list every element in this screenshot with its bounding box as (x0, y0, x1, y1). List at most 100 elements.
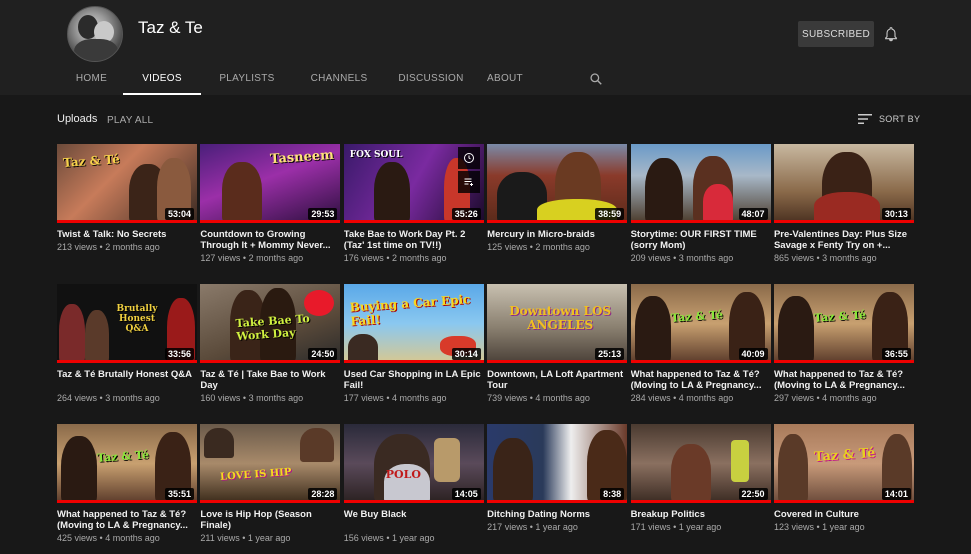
video-duration: 35:26 (451, 208, 481, 220)
sort-icon[interactable] (858, 113, 872, 125)
video-thumbnail[interactable]: POLO 14:05 (343, 424, 484, 503)
thumbnail-text: Buying a Car Epic Fail! (348, 292, 471, 329)
video-card[interactable]: FOX SOUL 35:26 Take Bae to Work Day Pt. … (343, 144, 485, 284)
video-thumbnail[interactable]: FOX SOUL 35:26 (343, 144, 484, 223)
thumbnail-text: FOX SOUL (349, 150, 403, 160)
video-card[interactable]: Downtown LOS ANGELES 25:13 Downtown, LA … (487, 284, 628, 424)
watch-later-icon[interactable] (457, 147, 480, 169)
video-duration: 30:13 (881, 208, 911, 220)
video-duration: 35:51 (164, 488, 194, 500)
video-title[interactable]: Taz & Té | Take Bae to Work Day (200, 369, 341, 391)
video-thumbnail[interactable]: Brutally Honest Q&A 33:56 (57, 284, 197, 363)
video-duration: 30:14 (451, 348, 481, 360)
video-title[interactable]: We Buy Black (344, 509, 485, 531)
video-duration: 40:09 (738, 348, 768, 360)
video-title[interactable]: Taz & Té Brutally Honest Q&A (57, 369, 198, 391)
tab-videos[interactable]: VIDEOS (123, 66, 201, 95)
search-icon[interactable] (589, 72, 603, 86)
video-title[interactable]: What happened to Taz & Té? (Moving to LA… (631, 369, 772, 391)
video-title[interactable]: Countdown to Growing Through It + Mommy … (200, 229, 341, 251)
subscribed-button[interactable]: SUBSCRIBED (798, 21, 874, 47)
video-card[interactable]: Taz & Té 14:01 Covered in Culture 123 vi… (773, 424, 915, 554)
video-title[interactable]: Twist & Talk: No Secrets (57, 229, 198, 240)
video-meta: 125 views • 2 months ago (487, 242, 590, 252)
video-card[interactable]: Buying a Car Epic Fail! 30:14 Used Car S… (343, 284, 485, 424)
video-title[interactable]: Pre-Valentines Day: Plus Size Savage x F… (774, 229, 915, 251)
video-title[interactable]: Downtown, LA Loft Apartment Tour (487, 369, 628, 391)
video-thumbnail[interactable]: 48:07 (630, 144, 771, 223)
watched-progress (630, 360, 771, 363)
video-title[interactable]: What happened to Taz & Té? (Moving to LA… (57, 509, 198, 531)
tab-playlists[interactable]: PLAYLISTS (201, 66, 293, 95)
video-card[interactable]: Tasneem 29:53 Countdown to Growing Throu… (200, 144, 341, 284)
video-meta: 127 views • 2 months ago (200, 253, 304, 263)
video-title[interactable]: Storytime: OUR FIRST TIME (sorry Mom) (631, 229, 772, 251)
play-all-button[interactable]: PLAY ALL (107, 115, 153, 126)
hover-actions (457, 147, 482, 195)
video-duration: 28:28 (308, 488, 338, 500)
video-card[interactable]: 22:50 Breakup Politics 171 views • 1 yea… (630, 424, 772, 554)
video-title[interactable]: Take Bae to Work Day Pt. 2 (Taz' 1st tim… (344, 229, 485, 251)
channel-avatar[interactable] (67, 6, 123, 62)
thumbnail-text: Downtown LOS ANGELES (509, 304, 612, 332)
watched-progress (343, 360, 484, 363)
watched-progress (57, 360, 197, 363)
video-thumbnail[interactable]: 30:13 (773, 144, 914, 223)
video-card[interactable]: POLO 14:05 We Buy Black 156 views • 1 ye… (343, 424, 485, 554)
tab-discussion[interactable]: DISCUSSION (385, 66, 477, 95)
video-duration: 8:38 (600, 488, 625, 500)
video-title[interactable]: Breakup Politics (631, 509, 772, 520)
video-title[interactable]: Mercury in Micro-braids (487, 229, 628, 240)
video-thumbnail[interactable]: Tasneem 29:53 (200, 144, 341, 223)
video-card[interactable]: Take Bae To Work Day 24:50 Taz & Té | Ta… (200, 284, 341, 424)
video-meta: 213 views • 2 months ago (57, 242, 160, 252)
tab-about[interactable]: ABOUT (477, 66, 533, 95)
video-title[interactable]: Ditching Dating Norms (487, 509, 628, 520)
video-card[interactable]: 30:13 Pre-Valentines Day: Plus Size Sava… (773, 144, 915, 284)
video-thumbnail[interactable]: Taz & Té 14:01 (773, 424, 914, 503)
video-meta: 739 views • 4 months ago (487, 393, 590, 403)
video-thumbnail[interactable]: Take Bae To Work Day 24:50 (200, 284, 341, 363)
video-duration: 53:04 (164, 208, 194, 220)
video-card[interactable]: Taz & Té 35:51 What happened to Taz & Té… (57, 424, 198, 554)
tab-home[interactable]: HOME (60, 66, 123, 95)
video-thumbnail[interactable]: Taz & Té 36:55 (773, 284, 914, 363)
video-card[interactable]: 38:59 Mercury in Micro-braids 125 views … (487, 144, 628, 284)
watched-progress (773, 220, 914, 223)
add-to-queue-icon[interactable] (457, 171, 480, 193)
video-card[interactable]: Taz & Té 53:04 Twist & Talk: No Secrets … (57, 144, 198, 284)
video-thumbnail[interactable]: Downtown LOS ANGELES 25:13 (487, 284, 628, 363)
video-thumbnail[interactable]: LOVE IS HIP 28:28 (200, 424, 341, 503)
video-title[interactable]: Love is Hip Hop (Season Finale) (200, 509, 341, 531)
video-duration: 22:50 (738, 488, 768, 500)
video-card[interactable]: Taz & Té 40:09 What happened to Taz & Té… (630, 284, 772, 424)
tab-channels[interactable]: CHANNELS (293, 66, 385, 95)
video-meta: 171 views • 1 year ago (630, 522, 722, 532)
video-card[interactable]: Taz & Té 36:55 What happened to Taz & Té… (773, 284, 915, 424)
video-card[interactable]: Brutally Honest Q&A 33:56 Taz & Té Bruta… (57, 284, 198, 424)
video-thumbnail[interactable]: Taz & Té 35:51 (57, 424, 197, 503)
video-thumbnail[interactable]: 38:59 (487, 144, 628, 223)
video-thumbnail[interactable]: Taz & Té 53:04 (57, 144, 197, 223)
video-card[interactable]: 48:07 Storytime: OUR FIRST TIME (sorry M… (630, 144, 772, 284)
video-thumbnail[interactable]: Taz & Té 40:09 (630, 284, 771, 363)
video-meta: 217 views • 1 year ago (487, 522, 578, 532)
video-thumbnail[interactable]: Buying a Car Epic Fail! 30:14 (343, 284, 484, 363)
thumbnail-text: Brutally Honest Q&A (116, 304, 158, 334)
watched-progress (630, 220, 771, 223)
video-duration: 14:05 (451, 488, 481, 500)
watched-progress (773, 500, 914, 503)
video-meta: 865 views • 3 months ago (773, 253, 877, 263)
video-meta: 156 views • 1 year ago (343, 533, 435, 543)
video-thumbnail[interactable]: 22:50 (630, 424, 771, 503)
video-meta: 211 views • 1 year ago (200, 533, 291, 543)
video-meta: 160 views • 3 months ago (200, 393, 304, 403)
sort-by-button[interactable]: SORT BY (879, 114, 920, 124)
video-title[interactable]: Covered in Culture (774, 509, 915, 520)
video-card[interactable]: 8:38 Ditching Dating Norms 217 views • 1… (487, 424, 628, 554)
video-title[interactable]: What happened to Taz & Té? (Moving to LA… (774, 369, 915, 391)
video-card[interactable]: LOVE IS HIP 28:28 Love is Hip Hop (Seaso… (200, 424, 341, 554)
video-title[interactable]: Used Car Shopping in LA Epic Fail! (344, 369, 485, 391)
video-thumbnail[interactable]: 8:38 (487, 424, 628, 503)
notification-bell-icon[interactable] (883, 26, 899, 42)
